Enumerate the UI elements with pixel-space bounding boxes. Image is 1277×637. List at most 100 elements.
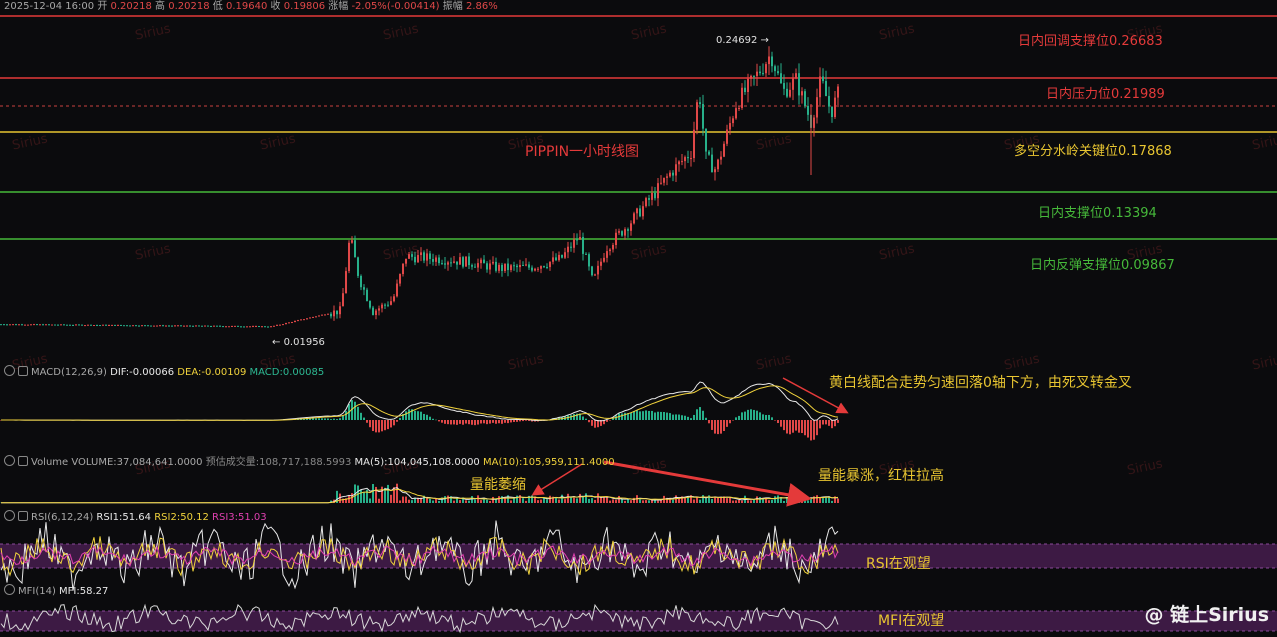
candle-body — [48, 324, 50, 326]
candle-body — [270, 326, 272, 328]
candle-body — [201, 325, 203, 327]
macd-header: MACD(12,26,9) DIF:-0.00066 DEA:-0.00109 … — [4, 365, 324, 379]
level-label-5: 日内反弹支撑位0.09867 — [1030, 258, 1175, 273]
candle-body — [369, 301, 371, 308]
volume-bar — [375, 486, 377, 503]
dea-value: -0.00109 — [201, 367, 247, 378]
macd-histogram-bar — [345, 410, 347, 420]
candle-body — [333, 310, 335, 317]
candle-body — [636, 208, 638, 214]
volume-bar — [540, 499, 542, 503]
macd-histogram-bar — [396, 420, 398, 422]
volume-bell-icon[interactable] — [18, 456, 28, 466]
candle-body — [714, 169, 716, 173]
volume-bar — [645, 500, 647, 503]
macd-histogram-bar — [765, 414, 767, 420]
rsi1-label: RSI1: — [96, 512, 123, 523]
mfi-band — [0, 611, 1277, 631]
candle-body — [372, 307, 374, 315]
rsi-toggle-icon[interactable] — [4, 510, 15, 521]
candle-body — [708, 151, 710, 155]
candle-body — [12, 324, 14, 326]
candle-body — [153, 325, 155, 327]
macd-histogram-bar — [453, 420, 455, 425]
macd-histogram-bar — [492, 420, 494, 423]
candle-body — [459, 257, 461, 265]
candle-body — [804, 91, 806, 106]
macd-histogram-bar — [813, 420, 815, 440]
candle-body — [342, 293, 344, 307]
candle-body — [117, 324, 119, 326]
candle-body — [621, 231, 623, 236]
candle-body — [837, 86, 839, 98]
macd-histogram-bar — [792, 420, 794, 433]
macd-histogram-bar — [525, 420, 527, 421]
mfi-value: 58.27 — [79, 586, 109, 597]
candle-body — [762, 73, 764, 75]
macd-histogram-bar — [645, 410, 647, 420]
mfi-toggle-icon[interactable] — [4, 584, 15, 595]
candle-body — [678, 161, 680, 165]
macd-histogram-bar — [582, 416, 584, 420]
candle-body — [561, 254, 563, 258]
open-value: 0.20218 — [110, 1, 152, 12]
macd-histogram-bar — [609, 420, 611, 421]
macd-histogram-bar — [723, 420, 725, 432]
macd-histogram-bar — [804, 420, 806, 436]
macd-histogram-bar — [807, 420, 809, 438]
candle-body — [237, 325, 239, 327]
candle-body — [606, 251, 608, 258]
candle-body — [630, 223, 632, 231]
candle-body — [819, 76, 821, 98]
volume-bar — [738, 499, 740, 503]
ohlc-header: 2025-12-04 16:00 开 0.20218 高 0.20218 低 0… — [4, 0, 498, 13]
candle-body — [366, 289, 368, 302]
candle-body — [387, 304, 389, 306]
volume-bar — [639, 499, 641, 503]
rsi-bell-icon[interactable] — [18, 511, 28, 521]
candle-body — [39, 324, 41, 326]
candle-body — [723, 143, 725, 157]
rsi3-value: 51.03 — [238, 512, 267, 523]
candle-body — [654, 192, 656, 199]
candle-body — [501, 264, 503, 271]
macd-value: 0.00085 — [282, 367, 325, 378]
candle-body — [264, 326, 266, 328]
candle-body — [24, 324, 26, 326]
candle-body — [405, 258, 407, 264]
candle-body — [462, 257, 464, 267]
macd-histogram-bar — [669, 413, 671, 420]
volume-bar — [480, 500, 482, 503]
macd-histogram-bar — [480, 420, 482, 424]
candle-body — [543, 266, 545, 268]
level-label-4: 日内支撑位0.13394 — [1038, 206, 1157, 221]
candle-body — [213, 325, 215, 327]
candle-body — [741, 87, 743, 109]
macd-toggle-icon[interactable] — [4, 365, 15, 376]
macd-histogram-bar — [630, 412, 632, 420]
rsi2-label: RSI2: — [154, 512, 181, 523]
candle-body — [444, 263, 446, 265]
candle-body — [162, 325, 164, 327]
candle-body — [126, 325, 128, 327]
bell-icon[interactable] — [18, 366, 28, 376]
macd-histogram-bar — [507, 420, 509, 424]
candle-body — [450, 262, 452, 264]
macd-dif-line — [0, 381, 839, 422]
macd-histogram-bar — [471, 420, 473, 425]
volume-toggle-icon[interactable] — [4, 455, 15, 466]
candle-body — [612, 245, 614, 250]
candle-body — [276, 324, 278, 326]
candle-body — [159, 325, 161, 327]
candle-body — [564, 252, 566, 258]
macd-histogram-bar — [399, 417, 401, 420]
candle-body — [15, 324, 17, 326]
candle-body — [351, 240, 353, 243]
candle-body — [375, 310, 377, 315]
candle-body — [702, 104, 704, 129]
candle-body — [381, 304, 383, 309]
volume-bar — [561, 494, 563, 503]
candle-body — [99, 325, 101, 327]
candle-body — [525, 264, 527, 266]
macd-histogram-bar — [504, 420, 506, 423]
